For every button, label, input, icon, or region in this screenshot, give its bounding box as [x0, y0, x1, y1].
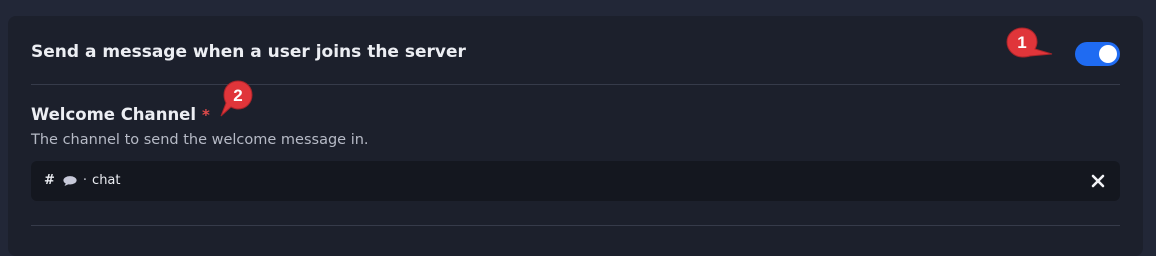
- speech-bubble-icon: [63, 175, 77, 186]
- welcome-channel-label: Welcome Channel *: [31, 105, 210, 124]
- selected-channel: # · chat: [44, 173, 121, 188]
- welcome-toggle-row: Send a message when a user joins the ser…: [8, 16, 1143, 84]
- channel-separator: ·: [82, 173, 88, 188]
- annotation-label-2: 2: [233, 86, 242, 105]
- divider: [31, 84, 1120, 85]
- divider: [31, 225, 1120, 226]
- welcome-channel-description: The channel to send the welcome message …: [31, 132, 369, 148]
- required-asterisk: *: [202, 106, 210, 124]
- welcome-toggle-switch[interactable]: [1075, 42, 1120, 66]
- field-label-text: Welcome Channel: [31, 105, 197, 124]
- welcome-settings-card: Send a message when a user joins the ser…: [8, 16, 1143, 256]
- close-icon[interactable]: [1090, 173, 1106, 189]
- channel-hash-prefix: #: [44, 173, 55, 188]
- welcome-channel-select[interactable]: # · chat: [31, 161, 1120, 201]
- annotation-marker-1: 1: [1006, 27, 1053, 58]
- welcome-toggle-title: Send a message when a user joins the ser…: [31, 42, 466, 62]
- toggle-knob: [1099, 45, 1117, 63]
- annotation-marker-2: 2: [220, 80, 253, 117]
- channel-name: chat: [92, 173, 121, 188]
- annotation-label-1: 1: [1017, 33, 1026, 52]
